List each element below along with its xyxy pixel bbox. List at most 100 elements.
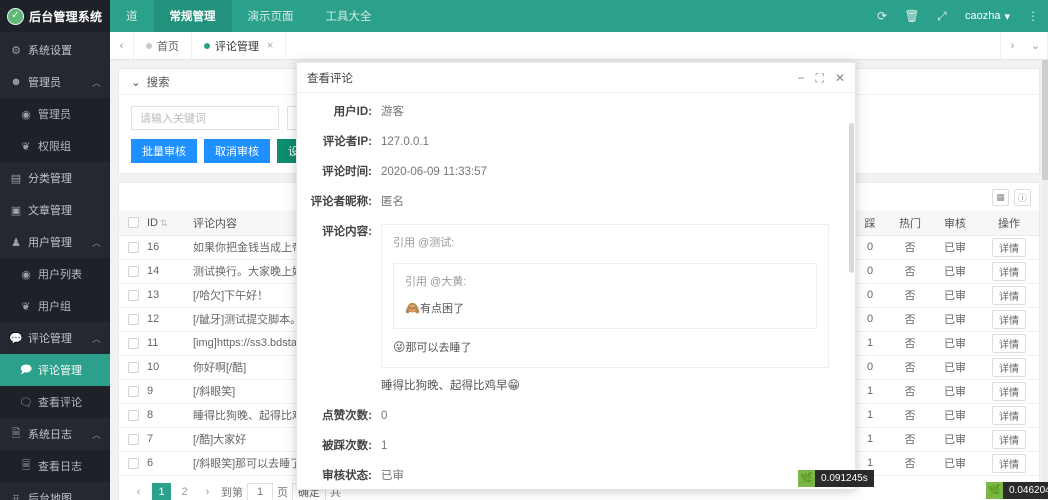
sidebar-item-view-log[interactable]: 🗏 查看日志 (0, 450, 110, 482)
row-checkbox-cell[interactable] (119, 331, 147, 356)
detail-button[interactable]: 详情 (992, 357, 1026, 377)
scrollbar-thumb[interactable] (1042, 60, 1048, 180)
row-checkbox-cell[interactable] (119, 403, 147, 428)
tab-dropdown-icon[interactable]: ⌄ (1024, 32, 1048, 59)
header-tab-general-manage[interactable]: 常规管理 (153, 0, 232, 32)
detail-button[interactable]: 详情 (992, 405, 1026, 425)
cell-action[interactable]: 详情 (979, 379, 1039, 404)
detail-button[interactable]: 详情 (992, 333, 1026, 353)
sidebar-item-label: 评论管理 (28, 333, 72, 345)
user-menu[interactable]: caozha ▾ (957, 0, 1018, 32)
detail-button[interactable]: 详情 (992, 381, 1026, 401)
page-scrollbar[interactable] (1042, 60, 1048, 500)
close-icon[interactable]: ✕ (835, 72, 845, 84)
checkbox-icon[interactable] (127, 241, 139, 253)
row-checkbox-cell[interactable] (119, 427, 147, 452)
cell-id: 7 (147, 427, 193, 452)
col-id[interactable]: ID ⇅ (147, 211, 193, 236)
row-checkbox-cell[interactable] (119, 379, 147, 404)
maximize-icon[interactable]: ⛶ (816, 72, 824, 84)
detail-button[interactable]: 详情 (992, 453, 1026, 473)
sidebar-item-site-map[interactable]: ⌗ 后台地图 (0, 482, 110, 500)
tab-label: 首页 (157, 40, 179, 53)
sidebar-item-label: 用户管理 (28, 237, 72, 249)
checkbox-icon[interactable] (127, 265, 139, 277)
page-1-button[interactable]: 1 (152, 482, 171, 500)
top-header: 道 常规管理 演示页面 工具大全 ⟳ 🗑 ⤢ caozha ▾ ⋮ (110, 0, 1048, 32)
cell-action[interactable]: 详情 (979, 283, 1039, 308)
row-checkbox-cell[interactable] (119, 307, 147, 332)
checkbox-icon[interactable] (127, 337, 139, 349)
field-value: 游客 (381, 106, 404, 118)
refresh-icon[interactable]: ⟳ (867, 0, 897, 32)
export-icon[interactable]: ▦ (992, 188, 1009, 206)
cell-action[interactable]: 详情 (979, 403, 1039, 428)
page-2-button[interactable]: 2 (175, 483, 194, 500)
sidebar-item-view-comment[interactable]: 🗨 查看评论 (0, 386, 110, 418)
tab-scroll-left-icon[interactable]: ‹ (110, 32, 134, 59)
header-tab-0[interactable]: 道 (110, 0, 154, 32)
detail-button[interactable]: 详情 (992, 309, 1026, 329)
cell-action[interactable]: 详情 (979, 451, 1039, 476)
checkbox-icon[interactable] (127, 385, 139, 397)
tab-home[interactable]: 首页 (134, 32, 192, 59)
checkbox-icon[interactable] (127, 457, 139, 469)
dialog-scrollbar[interactable] (849, 123, 854, 273)
sidebar-item-system-log[interactable]: 🗎 系统日志 ︿ (0, 418, 110, 450)
cell-action[interactable]: 详情 (979, 331, 1039, 356)
sidebar-item-user-group[interactable]: ❦ 用户组 (0, 290, 110, 322)
checkbox-icon[interactable] (127, 433, 139, 445)
logo[interactable]: ✓ 后台管理系统 (0, 0, 110, 32)
row-checkbox-cell[interactable] (119, 355, 147, 380)
minimize-icon[interactable]: − (798, 72, 805, 84)
cell-action[interactable]: 详情 (979, 235, 1039, 260)
cell-hot: 否 (889, 379, 931, 404)
tab-scroll-right-icon[interactable]: › (1000, 32, 1024, 59)
cell-action[interactable]: 详情 (979, 307, 1039, 332)
sidebar-item-comment-manage[interactable]: 💬 评论管理 ︿ (0, 322, 110, 354)
page-prev-button[interactable]: ‹ (129, 483, 148, 500)
detail-button[interactable]: 详情 (992, 429, 1026, 449)
checkbox-icon[interactable] (127, 409, 139, 421)
header-tab-tools[interactable]: 工具大全 (310, 0, 388, 32)
sidebar-item-admin-list[interactable]: ◉ 管理员 (0, 98, 110, 130)
more-options-icon[interactable]: ⋮ (1018, 0, 1048, 32)
sidebar-item-user-manage[interactable]: ♟ 用户管理 ︿ (0, 226, 110, 258)
cell-action[interactable]: 详情 (979, 259, 1039, 284)
sidebar-item-permission-group[interactable]: ❦ 权限组 (0, 130, 110, 162)
trash-icon[interactable]: 🗑 (897, 0, 927, 32)
sidebar-item-system-settings[interactable]: ⚙ 系统设置 (0, 34, 110, 66)
quote-inner-text: 有点困了 (419, 303, 464, 315)
checkbox-icon[interactable] (127, 217, 139, 229)
tab-comment-manage[interactable]: 评论管理 × (192, 32, 287, 59)
fullscreen-icon[interactable]: ⤢ (927, 0, 957, 32)
sidebar-item-category[interactable]: ▤ 分类管理 (0, 162, 110, 194)
row-checkbox-cell[interactable] (119, 283, 147, 308)
checkbox-icon[interactable] (127, 289, 139, 301)
close-icon[interactable]: × (267, 40, 273, 52)
header-tab-demo-pages[interactable]: 演示页面 (232, 0, 310, 32)
sidebar-item-label: 评论管理 (38, 365, 82, 377)
cell-action[interactable]: 详情 (979, 427, 1039, 452)
jump-input[interactable]: 1 (247, 482, 273, 500)
page-next-button[interactable]: › (198, 483, 217, 500)
cell-id: 11 (147, 331, 193, 356)
row-checkbox-cell[interactable] (119, 235, 147, 260)
select-all-header[interactable] (119, 211, 147, 236)
info-icon[interactable]: ⓘ (1014, 188, 1031, 206)
detail-button[interactable]: 详情 (992, 237, 1026, 257)
cancel-audit-button[interactable]: 取消审核 (204, 139, 270, 163)
batch-audit-button[interactable]: 批量审核 (131, 139, 197, 163)
sidebar-item-comment-manage-active[interactable]: 🗩 评论管理 (0, 354, 110, 386)
sidebar-item-user-list[interactable]: ◉ 用户列表 (0, 258, 110, 290)
detail-button[interactable]: 详情 (992, 285, 1026, 305)
sidebar-item-admin[interactable]: ☻ 管理员 ︿ (0, 66, 110, 98)
checkbox-icon[interactable] (127, 313, 139, 325)
cell-action[interactable]: 详情 (979, 355, 1039, 380)
row-checkbox-cell[interactable] (119, 259, 147, 284)
sidebar-item-article[interactable]: ▣ 文章管理 (0, 194, 110, 226)
detail-button[interactable]: 详情 (992, 261, 1026, 281)
checkbox-icon[interactable] (127, 361, 139, 373)
search-input[interactable]: 请输入关键词 (131, 106, 279, 130)
row-checkbox-cell[interactable] (119, 451, 147, 476)
